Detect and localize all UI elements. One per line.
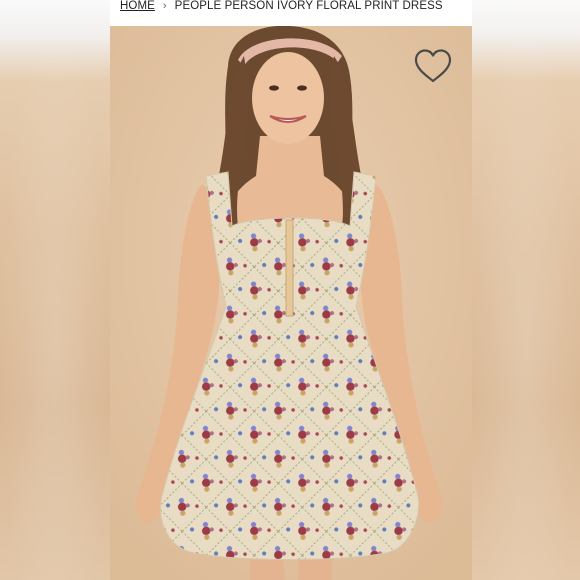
face [252, 52, 324, 144]
right-eye [297, 85, 307, 91]
blurred-side-left [0, 0, 110, 580]
heart-outline-icon[interactable] [413, 48, 453, 84]
breadcrumb-home-link[interactable]: HOME [120, 0, 155, 12]
breadcrumb-separator: › [162, 0, 167, 12]
breadcrumb-current-page: PEOPLE PERSON IVORY FLORAL PRINT DRESS [174, 0, 443, 12]
dress-zipper [285, 219, 294, 317]
left-eye [269, 85, 279, 91]
blurred-side-right [472, 0, 580, 580]
breadcrumb: HOME › PEOPLE PERSON IVORY FLORAL PRINT … [110, 0, 472, 26]
product-image[interactable] [110, 26, 472, 580]
